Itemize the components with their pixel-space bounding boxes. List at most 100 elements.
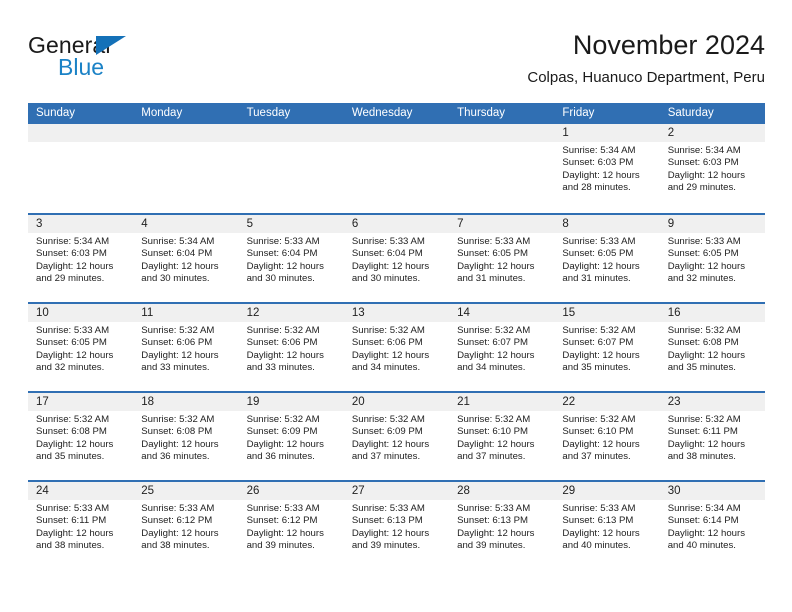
day-number: 29 [554,482,660,500]
logo-triangle-icon [96,36,126,55]
day-details: Sunrise: 5:32 AM Sunset: 6:07 PM Dayligh… [449,322,554,375]
day-cell[interactable]: 26 Sunrise: 5:33 AM Sunset: 6:12 PM Dayl… [238,482,344,569]
daylight-line-1: Daylight: 12 hours [457,527,535,539]
day-details: Sunrise: 5:33 AM Sunset: 6:05 PM Dayligh… [28,322,133,375]
day-cell[interactable] [133,124,239,213]
day-details: Sunrise: 5:33 AM Sunset: 6:05 PM Dayligh… [449,233,554,286]
daylight-line-2: and 30 minutes. [246,273,315,285]
sunset-line: Sunset: 6:03 PM [562,157,634,169]
day-cell[interactable]: 6 Sunrise: 5:33 AM Sunset: 6:04 PM Dayli… [343,215,450,302]
day-details: Sunrise: 5:32 AM Sunset: 6:06 PM Dayligh… [344,322,449,375]
sunrise-line: Sunrise: 5:34 AM [36,236,110,247]
day-number [133,124,239,142]
sunset-line: Sunset: 6:06 PM [246,337,318,349]
day-details: Sunrise: 5:32 AM Sunset: 6:09 PM Dayligh… [239,411,344,464]
daylight-line-1: Daylight: 12 hours [246,527,324,539]
day-cell[interactable]: 22 Sunrise: 5:32 AM Sunset: 6:10 PM Dayl… [554,393,660,480]
daylight-line-2: and 39 minutes. [457,540,526,552]
day-cell[interactable] [449,124,555,213]
day-cell[interactable]: 14 Sunrise: 5:32 AM Sunset: 6:07 PM Dayl… [449,304,555,391]
day-cell[interactable]: 23 Sunrise: 5:32 AM Sunset: 6:11 PM Dayl… [659,393,765,480]
day-number: 10 [28,304,134,322]
daylight-line-2: and 36 minutes. [141,451,210,463]
sunset-line: Sunset: 6:05 PM [562,248,634,260]
weekday-header-row: Sunday Monday Tuesday Wednesday Thursday… [28,103,765,124]
day-cell[interactable]: 5 Sunrise: 5:33 AM Sunset: 6:04 PM Dayli… [238,215,344,302]
day-details: Sunrise: 5:32 AM Sunset: 6:10 PM Dayligh… [449,411,554,464]
day-number: 9 [659,215,765,233]
sunset-line: Sunset: 6:14 PM [667,515,739,527]
daylight-line-2: and 31 minutes. [457,273,526,285]
day-number: 1 [554,124,660,142]
day-cell[interactable] [238,124,344,213]
daylight-line-1: Daylight: 12 hours [36,260,114,272]
day-details: Sunrise: 5:34 AM Sunset: 6:03 PM Dayligh… [660,142,765,195]
day-cell[interactable]: 7 Sunrise: 5:33 AM Sunset: 6:05 PM Dayli… [449,215,555,302]
day-cell[interactable]: 19 Sunrise: 5:32 AM Sunset: 6:09 PM Dayl… [238,393,344,480]
calendar-table: Sunday Monday Tuesday Wednesday Thursday… [28,103,765,569]
day-details: Sunrise: 5:33 AM Sunset: 6:13 PM Dayligh… [344,500,449,553]
day-cell[interactable]: 29 Sunrise: 5:33 AM Sunset: 6:13 PM Dayl… [554,482,660,569]
daylight-line-1: Daylight: 12 hours [667,349,746,361]
weekday-header-wednesday: Wednesday [351,107,413,119]
daylight-line-1: Daylight: 12 hours [246,349,324,361]
day-number: 27 [343,482,450,500]
daylight-line-2: and 39 minutes. [246,540,315,552]
sunrise-line: Sunrise: 5:33 AM [457,236,531,247]
page-subtitle: Colpas, Huanuco Department, Peru [527,69,765,86]
daylight-line-1: Daylight: 12 hours [141,438,219,450]
day-cell[interactable]: 16 Sunrise: 5:32 AM Sunset: 6:08 PM Dayl… [659,304,765,391]
day-number: 28 [449,482,555,500]
daylight-line-1: Daylight: 12 hours [351,260,430,272]
daylight-line-1: Daylight: 12 hours [246,260,324,272]
sunrise-line: Sunrise: 5:33 AM [141,503,215,514]
day-number: 11 [133,304,239,322]
day-cell[interactable] [28,124,134,213]
day-details: Sunrise: 5:33 AM Sunset: 6:11 PM Dayligh… [28,500,133,553]
week-row: 1 Sunrise: 5:34 AM Sunset: 6:03 PM Dayli… [28,124,765,213]
daylight-line-2: and 34 minutes. [351,362,421,374]
day-details: Sunrise: 5:33 AM Sunset: 6:04 PM Dayligh… [344,233,449,286]
day-cell[interactable]: 20 Sunrise: 5:32 AM Sunset: 6:09 PM Dayl… [343,393,450,480]
day-cell[interactable]: 9 Sunrise: 5:33 AM Sunset: 6:05 PM Dayli… [659,215,765,302]
sunset-line: Sunset: 6:04 PM [141,248,213,260]
title-block: November 2024 Colpas, Huanuco Department… [527,28,765,89]
day-cell[interactable]: 25 Sunrise: 5:33 AM Sunset: 6:12 PM Dayl… [133,482,239,569]
day-number: 8 [554,215,660,233]
day-number: 23 [659,393,765,411]
day-cell[interactable]: 30 Sunrise: 5:34 AM Sunset: 6:14 PM Dayl… [659,482,765,569]
day-cell[interactable]: 28 Sunrise: 5:33 AM Sunset: 6:13 PM Dayl… [449,482,555,569]
day-cell[interactable]: 1 Sunrise: 5:34 AM Sunset: 6:03 PM Dayli… [554,124,660,213]
sunset-line: Sunset: 6:09 PM [351,426,423,438]
day-cell[interactable]: 27 Sunrise: 5:33 AM Sunset: 6:13 PM Dayl… [343,482,450,569]
sunset-line: Sunset: 6:13 PM [351,515,423,527]
sunrise-line: Sunrise: 5:34 AM [562,145,636,156]
day-cell[interactable]: 2 Sunrise: 5:34 AM Sunset: 6:03 PM Dayli… [659,124,765,213]
sunrise-line: Sunrise: 5:32 AM [457,414,531,425]
day-cell[interactable]: 8 Sunrise: 5:33 AM Sunset: 6:05 PM Dayli… [554,215,660,302]
day-cell[interactable]: 11 Sunrise: 5:32 AM Sunset: 6:06 PM Dayl… [133,304,239,391]
day-cell[interactable]: 4 Sunrise: 5:34 AM Sunset: 6:04 PM Dayli… [133,215,239,302]
day-cell[interactable] [343,124,450,213]
week-row: 3 Sunrise: 5:34 AM Sunset: 6:03 PM Dayli… [28,213,765,302]
day-number [343,124,450,142]
day-cell[interactable]: 3 Sunrise: 5:34 AM Sunset: 6:03 PM Dayli… [28,215,134,302]
daylight-line-2: and 33 minutes. [246,362,315,374]
day-cell[interactable]: 21 Sunrise: 5:32 AM Sunset: 6:10 PM Dayl… [449,393,555,480]
day-cell[interactable]: 12 Sunrise: 5:32 AM Sunset: 6:06 PM Dayl… [238,304,344,391]
day-details [28,142,133,145]
day-cell[interactable]: 10 Sunrise: 5:33 AM Sunset: 6:05 PM Dayl… [28,304,134,391]
sunset-line: Sunset: 6:13 PM [562,515,634,527]
day-cell[interactable]: 24 Sunrise: 5:33 AM Sunset: 6:11 PM Dayl… [28,482,134,569]
day-cell[interactable]: 18 Sunrise: 5:32 AM Sunset: 6:08 PM Dayl… [133,393,239,480]
day-cell[interactable]: 17 Sunrise: 5:32 AM Sunset: 6:08 PM Dayl… [28,393,134,480]
sunset-line: Sunset: 6:05 PM [457,248,529,260]
week-row: 10 Sunrise: 5:33 AM Sunset: 6:05 PM Dayl… [28,302,765,391]
weekday-header-saturday: Saturday [667,107,714,119]
sunset-line: Sunset: 6:10 PM [562,426,634,438]
day-cell[interactable]: 15 Sunrise: 5:32 AM Sunset: 6:07 PM Dayl… [554,304,660,391]
daylight-line-2: and 32 minutes. [36,362,105,374]
general-blue-logo[interactable]: General Blue [28,32,208,90]
day-details: Sunrise: 5:34 AM Sunset: 6:03 PM Dayligh… [554,142,659,195]
day-cell[interactable]: 13 Sunrise: 5:32 AM Sunset: 6:06 PM Dayl… [343,304,450,391]
